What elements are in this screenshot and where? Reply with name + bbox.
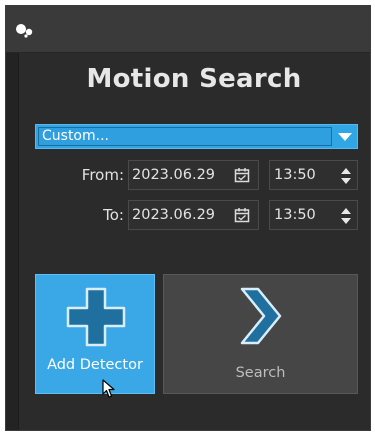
from-label: From: [81, 166, 124, 184]
spin-up-icon[interactable] [341, 208, 351, 214]
chevron-right-icon [240, 287, 282, 345]
chevron-down-icon [338, 133, 352, 141]
app-logo-icon [16, 24, 33, 38]
add-detector-button[interactable]: Add Detector [35, 274, 155, 394]
to-time-value: 13:50 [274, 207, 316, 223]
spin-down-icon[interactable] [341, 218, 351, 224]
preset-selected-value: Custom... [38, 127, 332, 146]
preset-dropdown[interactable]: Custom... [35, 124, 358, 149]
add-detector-label: Add Detector [47, 357, 143, 373]
to-date-field[interactable]: 2023.06.29 [128, 200, 259, 230]
motion-search-panel: Motion Search Custom... From: 2023.06.29… [5, 5, 371, 431]
from-time-value: 13:50 [274, 167, 316, 183]
panel-title: Motion Search [86, 64, 302, 94]
search-label: Search [235, 365, 286, 381]
spin-up-icon[interactable] [341, 168, 351, 174]
calendar-icon[interactable] [234, 167, 250, 183]
from-date-value: 2023.06.29 [132, 167, 216, 183]
to-date-value: 2023.06.29 [132, 207, 216, 223]
from-time-field[interactable]: 13:50 [269, 160, 358, 190]
sidebar-strip [6, 53, 19, 430]
mouse-pointer-icon [102, 379, 115, 398]
plus-icon [66, 287, 126, 347]
to-time-field[interactable]: 13:50 [269, 200, 358, 230]
search-button[interactable]: Search [163, 274, 358, 394]
from-date-field[interactable]: 2023.06.29 [128, 160, 259, 190]
calendar-icon[interactable] [234, 207, 250, 223]
to-label: To: [103, 206, 124, 224]
spin-down-icon[interactable] [341, 178, 351, 184]
titlebar [6, 6, 370, 53]
